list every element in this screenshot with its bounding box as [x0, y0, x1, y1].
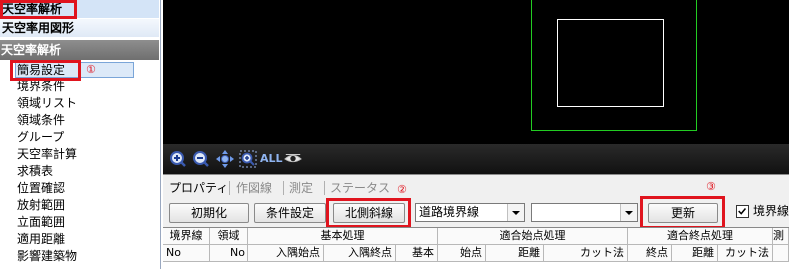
- grid-header-region[interactable]: 領域: [210, 228, 248, 245]
- highlight-box-3: [640, 196, 725, 229]
- tab-divider: [229, 181, 230, 195]
- tree-item-area-table[interactable]: 求積表: [17, 163, 53, 179]
- grid-sub-start-point[interactable]: 始点: [438, 245, 486, 262]
- tab-drawing-lines[interactable]: 作図線: [236, 181, 272, 195]
- tab-properties[interactable]: プロパティ: [169, 181, 228, 195]
- grid-sub-basic[interactable]: 基本: [396, 245, 438, 262]
- inner-white-rectangle: [557, 19, 664, 107]
- tab-measure[interactable]: 測定: [289, 181, 313, 195]
- pan-icon[interactable]: [216, 150, 234, 168]
- eye-icon[interactable]: [284, 150, 302, 168]
- grid-sub-start-cut[interactable]: カット法: [544, 245, 628, 262]
- grid-sub-end-distance[interactable]: 距離: [672, 245, 718, 262]
- tree-item-radial-range[interactable]: 放射範囲: [17, 197, 65, 213]
- grid-sub-end-point[interactable]: 終点: [628, 245, 672, 262]
- reset-button[interactable]: 初期化: [169, 203, 249, 223]
- grid-sub-corner-end[interactable]: 入隅終点: [324, 245, 396, 262]
- highlight-box-1: [10, 60, 81, 81]
- zoom-out-icon[interactable]: [192, 150, 210, 168]
- boundary-checkbox-label: 境界線: [753, 204, 789, 218]
- chevron-down-icon[interactable]: [507, 204, 524, 221]
- grid-sub-corner-start[interactable]: 入隅始点: [248, 245, 324, 262]
- annotation-1: ①: [86, 63, 96, 76]
- menu-sky-factor-figures[interactable]: 天空率用図形: [0, 19, 159, 37]
- chevron-down-icon[interactable]: [620, 204, 637, 221]
- data-grid[interactable]: 境界線 領域 基本処理 適合始点処理 適合終点処理 測 No No 入隅始点 入…: [163, 227, 789, 271]
- road-boundary-select-value: 道路境界線: [419, 205, 480, 219]
- zoom-toolbar: ALL: [163, 144, 789, 174]
- grid-header-basic[interactable]: 基本処理: [248, 228, 438, 245]
- secondary-select[interactable]: [531, 203, 638, 222]
- annotation-2: ②: [397, 183, 407, 196]
- grid-sub-end-cut[interactable]: カット法: [718, 245, 773, 262]
- checkmark-icon: [738, 208, 747, 215]
- condition-setting-button[interactable]: 条件設定: [254, 203, 326, 223]
- grid-header-start[interactable]: 適合始点処理: [438, 228, 628, 245]
- tab-divider: [283, 181, 284, 195]
- annotation-3: ③: [706, 180, 716, 193]
- grid-sub-start-distance[interactable]: 距離: [486, 245, 544, 262]
- drawing-viewport[interactable]: [163, 0, 789, 144]
- grid-header-boundary[interactable]: 境界線: [163, 228, 210, 245]
- tree-item-elevation-range[interactable]: 立面範囲: [17, 214, 65, 230]
- zoom-in-icon[interactable]: [169, 150, 187, 168]
- tree-item-region-conditions[interactable]: 領域条件: [17, 112, 65, 128]
- tree-item-position-check[interactable]: 位置確認: [17, 180, 65, 196]
- grid-header-partial[interactable]: 測: [773, 228, 789, 245]
- tab-divider: [324, 181, 325, 195]
- tree-item-region-list[interactable]: 領域リスト: [17, 95, 77, 111]
- tree-item-group[interactable]: グループ: [17, 129, 64, 145]
- section-header[interactable]: 天空率解析: [0, 40, 159, 60]
- highlight-box-top: [0, 0, 77, 19]
- tree-item-affected-building[interactable]: 影響建築物: [17, 248, 77, 264]
- highlight-box-2: [326, 198, 411, 228]
- road-boundary-select[interactable]: 道路境界線: [415, 203, 525, 222]
- property-panel: プロパティ 作図線 測定 ステータス ② ③ 初期化 条件設定 北側斜線 道路境…: [163, 174, 789, 271]
- grid-sub-partial[interactable]: [773, 245, 789, 262]
- grid-header-end[interactable]: 適合終点処理: [628, 228, 773, 245]
- left-tree-panel: 天空率解析 天空率用図形 天空率解析 簡易設定 境界条件 領域リスト 領域条件 …: [0, 0, 161, 269]
- zoom-all-icon[interactable]: ALL: [260, 152, 283, 165]
- tree-item-applied-distance[interactable]: 適用距離: [17, 231, 65, 247]
- boundary-checkbox[interactable]: [736, 205, 749, 218]
- tree-item-sky-factor-calc[interactable]: 天空率計算: [17, 146, 77, 162]
- tab-status[interactable]: ステータス: [330, 181, 390, 195]
- grid-sub-boundary-no[interactable]: No: [163, 245, 210, 262]
- zoom-window-icon[interactable]: [239, 150, 257, 168]
- grid-sub-region-no[interactable]: No: [210, 245, 248, 262]
